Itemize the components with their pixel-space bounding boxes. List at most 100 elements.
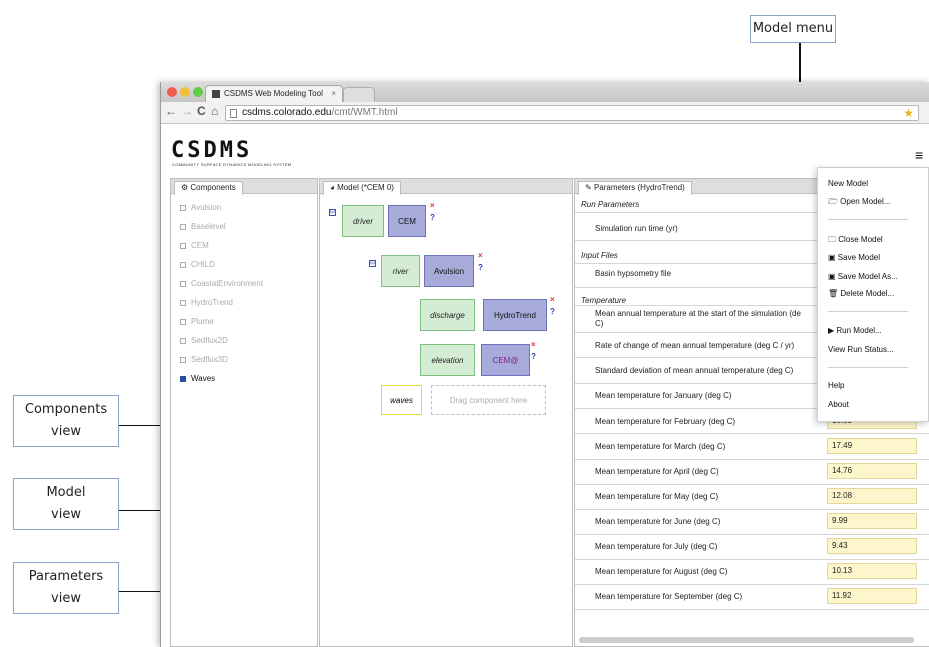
gears-icon: ⚙ <box>181 183 191 192</box>
component-item[interactable]: CEM <box>180 241 209 250</box>
page-icon <box>230 109 237 118</box>
param-value-input[interactable]: 17.49 <box>827 438 917 454</box>
param-value-input[interactable]: 9.99 <box>827 513 917 529</box>
callout-label: Components <box>24 402 108 417</box>
callout-label: Parameters <box>28 569 104 584</box>
bookmark-star-icon[interactable]: ★ <box>903 106 914 120</box>
close-window-button[interactable] <box>167 87 177 97</box>
menu-icon[interactable]: ≡ <box>915 148 923 162</box>
tab-title: CSDMS Web Modeling Tool <box>224 89 323 98</box>
menu-item-about[interactable]: About <box>828 400 849 409</box>
component-item[interactable]: Sedflux2D <box>180 336 228 345</box>
menu-item-new-model[interactable]: New Model <box>828 179 868 188</box>
menu-item-label: Close Model <box>838 235 883 244</box>
home-icon[interactable]: ⌂ <box>211 104 218 118</box>
param-label-line: C) <box>595 319 604 328</box>
menu-item-run-model[interactable]: ▶ Run Model... <box>828 326 882 335</box>
divider <box>575 534 929 535</box>
port-discharge[interactable]: discharge <box>420 299 475 331</box>
param-label: Mean temperature for July (deg C) <box>595 542 718 551</box>
param-label: Mean temperature for August (deg C) <box>595 567 728 576</box>
component-icon <box>180 261 186 268</box>
tab-model[interactable]: ◕ Model (*CEM 0) <box>323 181 401 195</box>
minimize-window-button[interactable] <box>180 87 190 97</box>
port-waves[interactable]: waves <box>381 385 422 415</box>
folder-icon: 🗀 <box>828 235 839 244</box>
component-label: CEM <box>191 241 209 250</box>
component-label: Sedflux3D <box>191 355 228 364</box>
param-label: Mean temperature for March (deg C) <box>595 442 726 451</box>
browser-window: CSDMS Web Modeling Tool × ← → C ⌂ csdms.… <box>160 82 929 647</box>
component-item-waves[interactable]: Waves <box>180 374 215 383</box>
component-label: Sedflux2D <box>191 336 228 345</box>
menu-item-run-status[interactable]: View Run Status... <box>828 345 894 354</box>
menu-item-save-model[interactable]: ▣ Save Model <box>828 253 880 262</box>
component-item[interactable]: Plume <box>180 317 214 326</box>
remove-icon[interactable]: × <box>478 251 483 260</box>
param-value-input[interactable]: 14.76 <box>827 463 917 479</box>
menu-item-close-model[interactable]: 🗀 Close Model <box>828 234 883 248</box>
help-icon[interactable]: ? <box>430 213 435 222</box>
menu-item-save-model-as[interactable]: ▣ Save Model As... <box>828 272 898 281</box>
menu-item-delete-model[interactable]: 🗑 Delete Model... <box>828 289 894 298</box>
drop-target[interactable]: Drag component here <box>431 385 546 415</box>
new-tab-button[interactable] <box>343 87 375 102</box>
browser-tab[interactable]: CSDMS Web Modeling Tool × <box>205 85 343 102</box>
port-driver[interactable]: driver <box>342 205 384 237</box>
component-item[interactable]: Sedflux3D <box>180 355 228 364</box>
menu-divider <box>828 219 908 220</box>
port-elevation[interactable]: elevation <box>420 344 475 376</box>
remove-icon[interactable]: × <box>550 295 555 304</box>
callout-label: view <box>51 507 81 522</box>
help-icon[interactable]: ? <box>478 263 483 272</box>
remove-icon[interactable]: × <box>531 340 536 349</box>
component-icon <box>180 375 186 382</box>
component-icon <box>180 204 186 211</box>
tab-components[interactable]: ⚙ Components <box>174 181 243 195</box>
component-item[interactable]: CoastalEnvironment <box>180 279 263 288</box>
forward-icon[interactable]: → <box>181 104 193 118</box>
collapse-toggle[interactable]: ⊟ <box>369 260 376 267</box>
tab-parameters[interactable]: ✎ Parameters (HydroTrend) <box>578 181 692 195</box>
component-icon <box>180 318 186 325</box>
reload-icon[interactable]: C <box>197 104 206 118</box>
menu-item-open-model[interactable]: 🗁 Open Model... <box>828 196 890 210</box>
param-value-input[interactable]: 9.43 <box>827 538 917 554</box>
back-icon[interactable]: ← <box>165 104 177 118</box>
param-value-input[interactable]: 12.08 <box>827 488 917 504</box>
component-node-cem[interactable]: CEM <box>388 205 426 237</box>
param-value-input[interactable]: 11.92 <box>827 588 917 604</box>
zoom-window-button[interactable] <box>193 87 203 97</box>
component-item[interactable]: Baselevel <box>180 222 226 231</box>
tab-close-icon[interactable]: × <box>331 86 336 101</box>
param-label: Mean temperature for June (deg C) <box>595 517 721 526</box>
divider <box>575 459 929 460</box>
component-item[interactable]: HydroTrend <box>180 298 233 307</box>
help-icon[interactable]: ? <box>531 352 536 361</box>
component-node-avulsion[interactable]: Avulsion <box>424 255 474 287</box>
component-item[interactable]: Avulsion <box>180 203 221 212</box>
component-node-hydrotrend[interactable]: HydroTrend <box>483 299 547 331</box>
url-host: csdms.colorado.edu <box>242 107 332 118</box>
remove-icon[interactable]: × <box>430 201 435 210</box>
component-icon <box>180 223 186 230</box>
component-item[interactable]: CHILD <box>180 260 215 269</box>
model-view-callout: Model view <box>13 478 119 530</box>
component-node-cem-at[interactable]: CEM@ <box>481 344 530 376</box>
address-bar[interactable]: csdms.colorado.edu/cmt/WMT.html ★ <box>225 105 919 121</box>
components-view-callout: Components view <box>13 395 119 447</box>
help-icon[interactable]: ? <box>550 307 555 316</box>
horizontal-scrollbar[interactable] <box>579 637 914 643</box>
port-river[interactable]: river <box>381 255 420 287</box>
callout-label: view <box>51 424 81 439</box>
wrench-icon: ✎ <box>585 183 594 192</box>
menu-item-label: Open Model... <box>840 197 891 206</box>
collapse-toggle[interactable]: ⊟ <box>329 209 336 216</box>
component-label: Waves <box>191 374 216 383</box>
component-label: Avulsion <box>191 203 222 212</box>
param-label: Mean temperature for February (deg C) <box>595 417 736 426</box>
divider <box>575 584 929 585</box>
param-value-input[interactable]: 10.13 <box>827 563 917 579</box>
menu-divider <box>828 311 908 312</box>
menu-item-help[interactable]: Help <box>828 381 844 390</box>
